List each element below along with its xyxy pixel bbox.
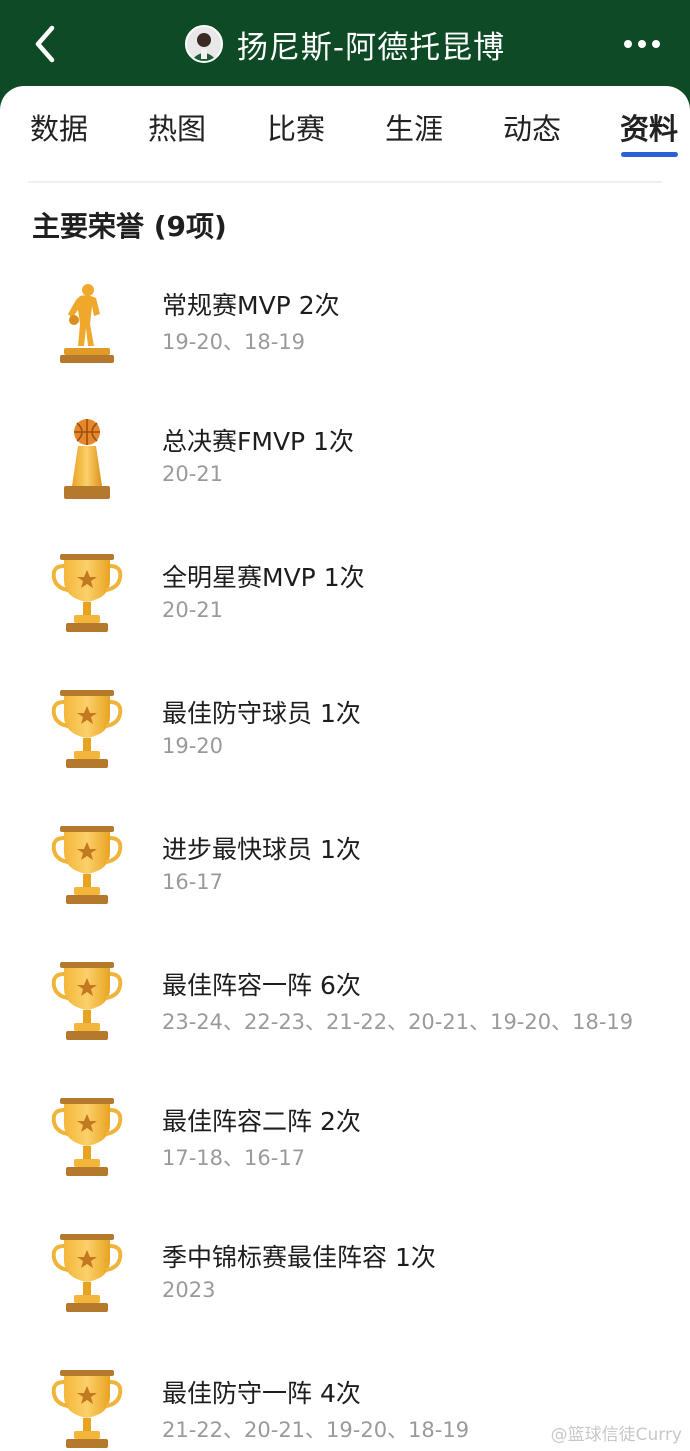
honor-years: 2023 (162, 1278, 216, 1302)
tab-stats[interactable]: 数据 (30, 106, 88, 148)
watermark: @篮球信徒Curry (550, 1425, 682, 1445)
tab-games[interactable]: 比赛 (267, 106, 325, 148)
trophy-icon (50, 688, 124, 774)
active-tab-indicator (621, 152, 678, 157)
finals-trophy-icon (50, 416, 124, 502)
tab-news[interactable]: 动态 (503, 106, 561, 148)
tab-divider (28, 181, 662, 183)
honor-years: 19-20、18-19 (162, 330, 306, 354)
honor-item[interactable]: 最佳阵容一阵 6次 23-24、22-23、21-22、20-21、19-20、1… (0, 960, 690, 1080)
honor-item[interactable]: 常规赛MVP 2次 19-20、18-19 (0, 280, 690, 400)
honor-name: 常规赛MVP 2次 (162, 291, 340, 320)
trophy-icon (50, 960, 124, 1046)
honor-years: 23-24、22-23、21-22、20-21、19-20、18-19 (162, 1010, 634, 1034)
honor-name: 季中锦标赛最佳阵容 1次 (162, 1243, 436, 1272)
header-title-group: 扬尼斯-阿德托昆博 (0, 20, 690, 68)
honor-years: 21-22、20-21、19-20、18-19 (162, 1418, 470, 1442)
honor-years: 20-21 (162, 598, 224, 622)
honor-name: 最佳防守一阵 4次 (162, 1379, 361, 1408)
trophy-icon (50, 1096, 124, 1182)
player-avatar-image (186, 27, 221, 61)
tab-career[interactable]: 生涯 (385, 106, 443, 148)
honors-section-title: 主要荣誉 (9项) (32, 210, 227, 243)
honor-name: 最佳阵容二阵 2次 (162, 1107, 361, 1136)
honor-item[interactable]: 进步最快球员 1次 16-17 (0, 824, 690, 944)
honor-name: 进步最快球员 1次 (162, 835, 361, 864)
honor-years: 19-20 (162, 734, 224, 758)
honor-item[interactable]: 全明星赛MVP 1次 20-21 (0, 552, 690, 672)
page-title: 扬尼斯-阿德托昆博 (236, 29, 506, 66)
trophy-icon (50, 1232, 124, 1318)
trophy-icon (50, 1368, 124, 1451)
player-avatar[interactable] (184, 25, 223, 63)
honor-years: 17-18、16-17 (162, 1146, 306, 1170)
more-button[interactable] (622, 36, 662, 52)
honor-years: 16-17 (162, 870, 224, 894)
honor-item[interactable]: 总决赛FMVP 1次 20-21 (0, 416, 690, 536)
honor-name: 全明星赛MVP 1次 (162, 563, 365, 592)
trophy-icon (50, 552, 124, 638)
tab-profile[interactable]: 资料 (620, 106, 678, 148)
mvp-trophy-icon (50, 280, 124, 366)
tab-bar: 数据 热图 比赛 生涯 动态 资料 (0, 86, 690, 172)
honor-name: 最佳防守球员 1次 (162, 699, 361, 728)
honor-item[interactable]: 最佳防守球员 1次 19-20 (0, 688, 690, 808)
honor-item[interactable]: 最佳阵容二阵 2次 17-18、16-17 (0, 1096, 690, 1216)
trophy-icon (50, 824, 124, 910)
honor-item[interactable]: 季中锦标赛最佳阵容 1次 2023 (0, 1232, 690, 1352)
honor-years: 20-21 (162, 462, 224, 486)
honor-name: 总决赛FMVP 1次 (162, 427, 354, 456)
tab-heatmap[interactable]: 热图 (148, 106, 206, 148)
honor-name: 最佳阵容一阵 6次 (162, 971, 361, 1000)
more-dots-icon (624, 40, 660, 48)
